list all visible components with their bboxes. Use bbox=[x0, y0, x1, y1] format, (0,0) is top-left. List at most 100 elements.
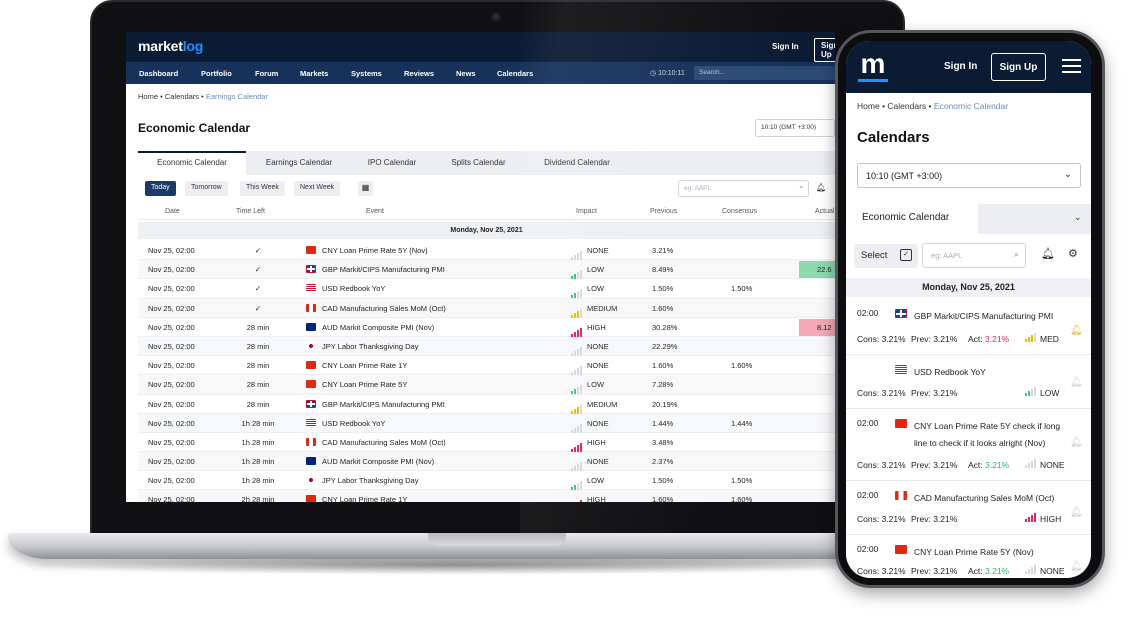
bell-icon[interactable]: 🔔︎ bbox=[1070, 561, 1083, 572]
tab-economic-calendar-mobile[interactable]: Economic Calendar bbox=[846, 204, 978, 234]
row-event[interactable]: CNY Loan Prime Rate 5Y bbox=[322, 380, 407, 389]
row-date: Nov 25, 02:00 bbox=[148, 399, 195, 409]
date-select-button[interactable]: Select ✓ bbox=[854, 244, 918, 268]
tab-earnings-calendar[interactable]: Earnings Calendar bbox=[246, 151, 352, 175]
bell-icon[interactable]: 🔔︎ bbox=[1070, 437, 1083, 448]
hamburger-menu-icon[interactable] bbox=[1062, 59, 1081, 73]
row-event[interactable]: USD Redbook YoY bbox=[322, 284, 385, 293]
tab-dividend-calendar[interactable]: Dividend Calendar bbox=[525, 151, 629, 175]
nav-item-reviews[interactable]: Reviews bbox=[404, 69, 434, 78]
row-event[interactable]: JPY Labor Thanksgiving Day bbox=[322, 476, 418, 485]
row-event[interactable]: AUD Markit Composite PMI (Nov) bbox=[322, 323, 434, 332]
row-event[interactable]: CNY Loan Prime Rate 1Y bbox=[322, 495, 407, 502]
site-logo-mobile[interactable]: m bbox=[858, 50, 888, 82]
row-impact: NONE bbox=[587, 361, 609, 371]
tab-splits-calendar[interactable]: Splits Calendar bbox=[432, 151, 525, 175]
table-row[interactable]: Nov 25, 02:00 1h 28 min JPY Labor Thanksgi… bbox=[138, 471, 835, 491]
table-row[interactable]: Nov 25, 02:00 ✓ USD Redbook YoY LOW 1.50% 1.5… bbox=[138, 279, 835, 299]
table-row[interactable]: Nov 25, 02:00 ✓ GBP Markit/CIPS Manufactur… bbox=[138, 260, 835, 280]
impact-bars-icon bbox=[1025, 565, 1036, 574]
row-event[interactable]: CAD Manufacturing Sales MoM (Oct) bbox=[322, 438, 446, 447]
filter-sliders-icon[interactable]: ⚙︎ bbox=[1068, 247, 1078, 260]
table-row[interactable]: Nov 25, 02:00 28 min CNY Loan Prime Rate 1… bbox=[138, 356, 835, 376]
list-item[interactable]: 02:00 GBP Markit/CIPS Manufacturing PMI 🔔︎… bbox=[846, 299, 1091, 355]
row-event[interactable]: CNY Loan Prime Rate 1Y bbox=[322, 361, 407, 370]
col-time-left: Time Left bbox=[236, 208, 265, 215]
nav-item-markets[interactable]: Markets bbox=[300, 69, 328, 78]
sign-in-link[interactable]: Sign In bbox=[772, 42, 799, 51]
calendar-picker-icon[interactable]: ▦ bbox=[358, 181, 373, 196]
bell-icon[interactable]: 🔔︎ bbox=[1070, 507, 1083, 518]
sign-up-button[interactable]: Sign Up bbox=[814, 38, 835, 62]
list-item[interactable]: 02:00 CAD Manufacturing Sales MoM (Oct) 🔔︎… bbox=[846, 481, 1091, 535]
row-event[interactable]: GBP Markit/CIPS Manufacturing PMI bbox=[322, 400, 445, 409]
nav-item-calendars[interactable]: Calendars bbox=[497, 69, 533, 78]
calendar-check-icon: ✓ bbox=[900, 249, 912, 261]
item-event[interactable]: USD Redbook YoY bbox=[914, 364, 1066, 381]
breadcrumb-home[interactable]: Home bbox=[138, 92, 158, 101]
page-title: Economic Calendar bbox=[138, 121, 251, 135]
sign-up-button-mobile[interactable]: Sign Up bbox=[991, 53, 1046, 81]
breadcrumb-home[interactable]: Home bbox=[857, 101, 880, 111]
phone-top-bar: m Sign In Sign Up bbox=[846, 41, 1091, 93]
nav-item-news[interactable]: News bbox=[456, 69, 476, 78]
row-time-left: 28 min bbox=[246, 361, 270, 371]
header-search-input[interactable]: Search... bbox=[694, 66, 835, 80]
row-time-left: ✓ bbox=[254, 303, 262, 313]
timezone-select[interactable]: 10:10 (GMT +3:00) bbox=[755, 119, 835, 137]
bell-icon[interactable]: 🔔︎ bbox=[1070, 377, 1083, 388]
row-event[interactable]: GBP Markit/CIPS Manufacturing PMI bbox=[322, 265, 445, 274]
site-logo[interactable]: marketlog bbox=[138, 38, 203, 54]
item-event[interactable]: GBP Markit/CIPS Manufacturing PMI bbox=[914, 308, 1066, 325]
list-item[interactable]: 02:00 CNY Loan Prime Rate 5Y (Nov) 🔔︎ Cons:… bbox=[846, 535, 1091, 578]
event-search-input-mobile[interactable]: eg: AAPL ⌕ bbox=[922, 243, 1026, 268]
filter-today[interactable]: Today bbox=[145, 181, 176, 196]
timezone-select-mobile[interactable]: 10:10 (GMT +3:00) ⌄ bbox=[857, 163, 1081, 188]
row-event[interactable]: USD Redbook YoY bbox=[322, 419, 385, 428]
bell-icon[interactable]: 🔔︎ bbox=[1041, 247, 1055, 260]
filter-next-week[interactable]: Next Week bbox=[294, 181, 341, 196]
search-icon: ⌕ bbox=[1013, 249, 1019, 259]
nav-item-portfolio[interactable]: Portfolio bbox=[201, 69, 232, 78]
nav-item-systems[interactable]: Systems bbox=[351, 69, 382, 78]
col-actual: Actual bbox=[815, 208, 835, 215]
item-actual-label: Act: bbox=[968, 334, 986, 344]
item-event[interactable]: CAD Manufacturing Sales MoM (Oct) bbox=[914, 490, 1066, 507]
tab-economic-calendar[interactable]: Economic Calendar bbox=[138, 151, 246, 175]
table-row[interactable]: Nov 25, 02:00 ✓ CNY Loan Prime Rate 5Y (No… bbox=[138, 241, 835, 261]
row-time-left: 2h 28 min bbox=[241, 495, 275, 502]
tab-ipo-calendar[interactable]: IPO Calendar bbox=[352, 151, 432, 175]
breadcrumb-calendars[interactable]: Calendars bbox=[887, 101, 926, 111]
nav-item-dashboard[interactable]: Dashboard bbox=[139, 69, 178, 78]
item-event[interactable]: CNY Loan Prime Rate 5Y (Nov) bbox=[914, 544, 1066, 561]
event-search-input[interactable]: eg: AAPL ⌕ bbox=[678, 180, 809, 197]
table-row[interactable]: Nov 25, 02:00 2h 28 min CNY Loan Prime Rat… bbox=[138, 490, 835, 502]
calendar-type-select[interactable]: Economic Calendar ⌄ bbox=[846, 204, 1091, 234]
table-row[interactable]: Nov 25, 02:00 1h 28 min USD Redbook YoY NON… bbox=[138, 413, 835, 433]
row-event[interactable]: CNY Loan Prime Rate 5Y (Nov) bbox=[322, 246, 428, 255]
filter-tomorrow[interactable]: Tomorrow bbox=[185, 181, 228, 196]
item-event[interactable]: CNY Loan Prime Rate 5Y check if long lin… bbox=[914, 418, 1066, 452]
table-row[interactable]: Nov 25, 02:00 28 min CNY Loan Prime Rate 5… bbox=[138, 375, 835, 395]
row-impact: LOW bbox=[587, 380, 605, 390]
row-impact: MEDIUM bbox=[587, 399, 618, 409]
row-previous: 7.28% bbox=[652, 380, 674, 390]
row-event[interactable]: AUD Markit Composite PMI (Nov) bbox=[322, 457, 434, 466]
table-row[interactable]: Nov 25, 02:00 28 min JPY Labor Thanksgivin… bbox=[138, 336, 835, 357]
list-item[interactable]: 02:00 CNY Loan Prime Rate 5Y check if lon… bbox=[846, 409, 1091, 481]
table-row[interactable]: Nov 25, 02:00 1h 28 min CAD Manufacturing … bbox=[138, 433, 835, 453]
bell-icon[interactable]: 🔔︎ bbox=[1070, 325, 1083, 336]
row-event[interactable]: JPY Labor Thanksgiving Day bbox=[322, 342, 418, 351]
row-event[interactable]: CAD Manufacturing Sales MoM (Oct) bbox=[322, 304, 446, 313]
filter-this-week[interactable]: This Week bbox=[240, 181, 285, 196]
table-row[interactable]: Nov 25, 02:00 28 min AUD Markit Composite … bbox=[138, 318, 835, 337]
list-item[interactable]: USD Redbook YoY 🔔︎ Cons: 3.21% Prev: 3.21% L… bbox=[846, 355, 1091, 409]
table-row[interactable]: Nov 25, 02:00 1h 28 min AUD Markit Composi… bbox=[138, 452, 835, 472]
table-row[interactable]: Nov 25, 02:00 ✓ CAD Manufacturing Sales Mo… bbox=[138, 298, 835, 318]
table-row[interactable]: Nov 25, 02:00 28 min GBP Markit/CIPS Manuf… bbox=[138, 395, 835, 414]
breadcrumb-calendars[interactable]: Calendars bbox=[165, 92, 199, 101]
flag-us-icon bbox=[895, 365, 907, 374]
nav-item-forum[interactable]: Forum bbox=[255, 69, 278, 78]
bell-icon[interactable]: 🔔︎ bbox=[816, 183, 826, 192]
sign-in-link-mobile[interactable]: Sign In bbox=[944, 61, 977, 72]
